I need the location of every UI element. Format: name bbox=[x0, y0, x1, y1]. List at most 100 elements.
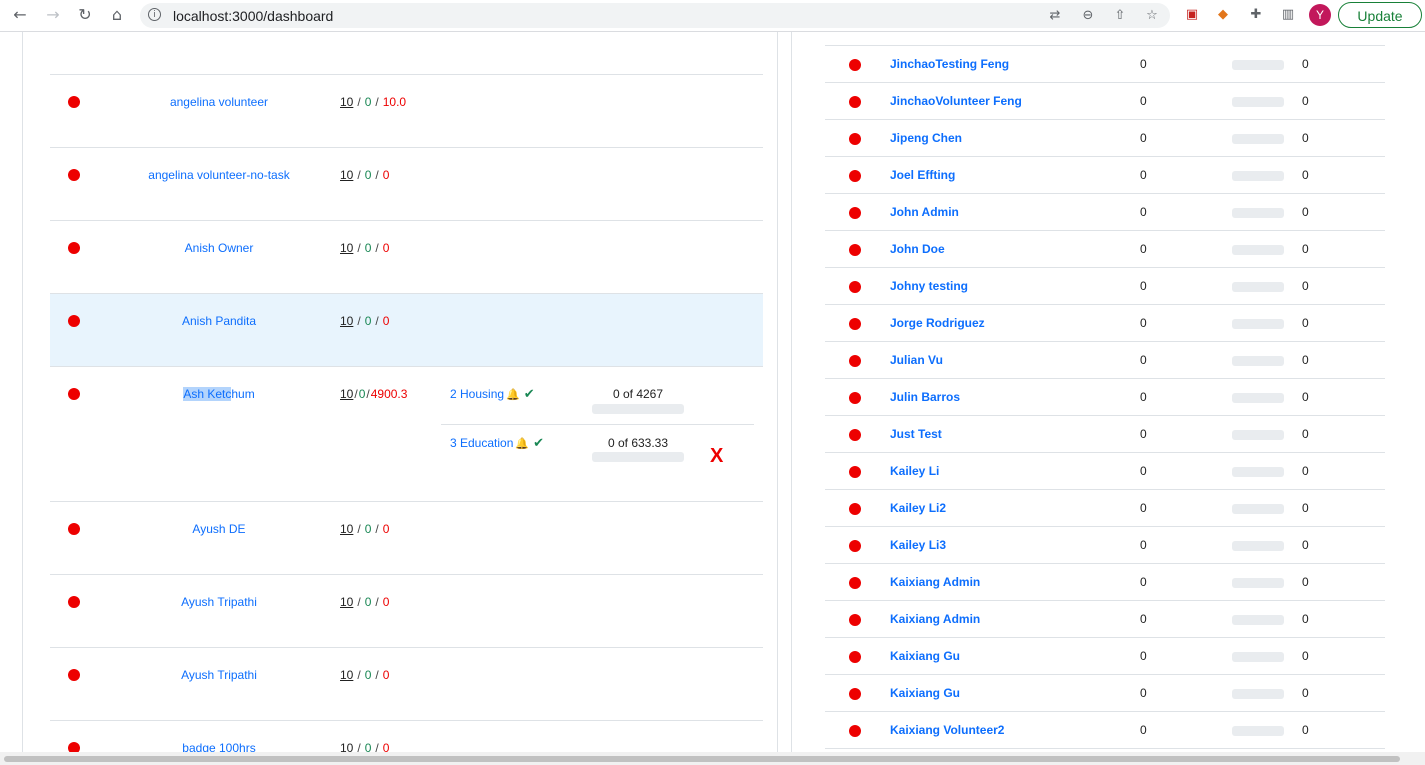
bell-icon[interactable]: 🔔 bbox=[515, 437, 529, 450]
total-hours-value: 0 bbox=[1302, 686, 1309, 700]
table-row: angelina volunteer 10/0/10.0 bbox=[50, 74, 763, 148]
total-hours-value: 0 bbox=[1302, 390, 1309, 404]
hours-bar bbox=[1232, 467, 1284, 477]
hours-done: 0 bbox=[364, 522, 372, 536]
status-dot bbox=[849, 651, 861, 663]
hours-bar bbox=[1232, 245, 1284, 255]
hours-bar bbox=[1232, 615, 1284, 625]
task-link-housing[interactable]: 2 Housing 🔔 ✔ bbox=[450, 387, 535, 402]
member-name-link[interactable]: Julian Vu bbox=[890, 353, 943, 367]
hours-value: 0 bbox=[1140, 353, 1147, 367]
hours-summary: 10/0/0 bbox=[340, 595, 390, 609]
member-name-link[interactable]: JinchaoTesting Feng bbox=[890, 57, 1009, 71]
total-hours-value: 0 bbox=[1302, 427, 1309, 441]
hours-bar bbox=[1232, 578, 1284, 588]
hours-target[interactable]: 10 bbox=[340, 387, 353, 401]
forward-icon[interactable]: → bbox=[42, 5, 64, 25]
hours-target[interactable]: 10 bbox=[340, 522, 353, 536]
reload-icon[interactable]: ↻ bbox=[74, 5, 96, 25]
hours-value: 0 bbox=[1140, 686, 1147, 700]
hours-remaining: 0 bbox=[382, 241, 390, 255]
member-name-link[interactable]: Kaixiang Gu bbox=[890, 686, 960, 700]
hours-target[interactable]: 10 bbox=[340, 595, 353, 609]
url-text[interactable]: localhost:3000/dashboard bbox=[173, 8, 333, 24]
leaderboard-row: Julian Vu 0 0 bbox=[825, 342, 1385, 379]
hours-value: 0 bbox=[1140, 649, 1147, 663]
total-hours-value: 0 bbox=[1302, 205, 1309, 219]
hours-value: 0 bbox=[1140, 464, 1147, 478]
member-name-link[interactable]: Kaixiang Admin bbox=[890, 575, 980, 589]
status-dot bbox=[68, 669, 80, 681]
total-hours-value: 0 bbox=[1302, 57, 1309, 71]
member-name-link[interactable]: Kailey Li2 bbox=[890, 501, 946, 515]
hours-target[interactable]: 10 bbox=[340, 314, 353, 328]
scrollbar-thumb[interactable] bbox=[4, 756, 1400, 762]
member-name-link[interactable]: Just Test bbox=[890, 427, 942, 441]
leaderboard-row: John Doe 0 0 bbox=[825, 231, 1385, 268]
member-name-link[interactable]: John Doe bbox=[890, 242, 945, 256]
bell-icon[interactable]: 🔔 bbox=[506, 388, 520, 401]
hours-done: 0 bbox=[364, 595, 372, 609]
member-name-link[interactable]: John Admin bbox=[890, 205, 959, 219]
member-name-link[interactable]: angelina volunteer-no-task bbox=[145, 168, 293, 182]
member-name-link[interactable]: Kaixiang Gu bbox=[890, 649, 960, 663]
hours-bar bbox=[1232, 504, 1284, 514]
member-name-link[interactable]: Kailey Li3 bbox=[890, 538, 946, 552]
hours-value: 0 bbox=[1140, 168, 1147, 182]
member-name-link[interactable]: Ayush Tripathi bbox=[145, 595, 293, 609]
hours-value: 0 bbox=[1140, 205, 1147, 219]
hours-done: 0 bbox=[358, 387, 366, 401]
horizontal-scrollbar[interactable] bbox=[0, 752, 1425, 765]
hours-done: 0 bbox=[364, 241, 372, 255]
hours-target[interactable]: 10 bbox=[340, 95, 353, 109]
hours-value: 0 bbox=[1140, 316, 1147, 330]
member-name-link[interactable]: Joel Effting bbox=[890, 168, 955, 182]
member-name-link[interactable]: angelina volunteer bbox=[145, 95, 293, 109]
hours-bar bbox=[1232, 319, 1284, 329]
hours-bar bbox=[1232, 282, 1284, 292]
leaderboard-row: Kaixiang Volunteer2 0 0 bbox=[825, 712, 1385, 749]
member-name-link[interactable]: JinchaoVolunteer Feng bbox=[890, 94, 1022, 108]
task-link-education[interactable]: 3 Education 🔔 ✔ bbox=[450, 436, 544, 451]
member-name-link[interactable]: Julin Barros bbox=[890, 390, 960, 404]
member-name-link[interactable]: Ayush DE bbox=[145, 522, 293, 536]
status-dot bbox=[68, 242, 80, 254]
selected-text: Ash Ketc bbox=[183, 387, 232, 401]
member-name-link[interactable]: Ayush Tripathi bbox=[145, 668, 293, 682]
hours-remaining: 10.0 bbox=[382, 95, 407, 109]
member-name-link[interactable]: Ash Ketchum bbox=[145, 387, 293, 401]
back-icon[interactable]: ← bbox=[9, 5, 31, 25]
site-info-icon[interactable]: i bbox=[148, 8, 161, 21]
checkmark-icon[interactable]: ✔ bbox=[533, 436, 544, 451]
leaderboard-row: Johny testing 0 0 bbox=[825, 268, 1385, 305]
status-dot bbox=[68, 96, 80, 108]
hours-target[interactable]: 10 bbox=[340, 168, 353, 182]
total-hours-value: 0 bbox=[1302, 501, 1309, 515]
leaderboard-row: JinchaoTesting Feng 0 0 bbox=[825, 46, 1385, 83]
hours-value: 0 bbox=[1140, 723, 1147, 737]
hours-value: 0 bbox=[1140, 612, 1147, 626]
member-name-link[interactable]: Johny testing bbox=[890, 279, 968, 293]
hours-target[interactable]: 10 bbox=[340, 241, 353, 255]
checkmark-icon[interactable]: ✔ bbox=[524, 387, 535, 402]
home-icon[interactable]: ⌂ bbox=[106, 5, 128, 25]
status-dot bbox=[849, 133, 861, 145]
hours-done: 0 bbox=[364, 168, 372, 182]
member-name-link[interactable]: Anish Pandita bbox=[145, 314, 293, 328]
member-name-link[interactable]: Kaixiang Volunteer2 bbox=[890, 723, 1004, 737]
task-progress-bar bbox=[592, 452, 684, 462]
total-hours-value: 0 bbox=[1302, 131, 1309, 145]
member-name-link[interactable]: Kaixiang Admin bbox=[890, 612, 980, 626]
hours-value: 0 bbox=[1140, 57, 1147, 71]
hours-target[interactable]: 10 bbox=[340, 668, 353, 682]
member-name-link[interactable]: Anish Owner bbox=[145, 241, 293, 255]
status-dot bbox=[68, 523, 80, 535]
leaderboard-row: Kailey Li3 0 0 bbox=[825, 527, 1385, 564]
hours-bar bbox=[1232, 430, 1284, 440]
member-name-link[interactable]: Jorge Rodriguez bbox=[890, 316, 985, 330]
member-name-link[interactable]: Kailey Li bbox=[890, 464, 939, 478]
remove-task-button[interactable]: X bbox=[710, 445, 723, 468]
status-dot bbox=[849, 688, 861, 700]
member-name-link[interactable]: Jipeng Chen bbox=[890, 131, 962, 145]
hours-remaining: 0 bbox=[382, 522, 390, 536]
